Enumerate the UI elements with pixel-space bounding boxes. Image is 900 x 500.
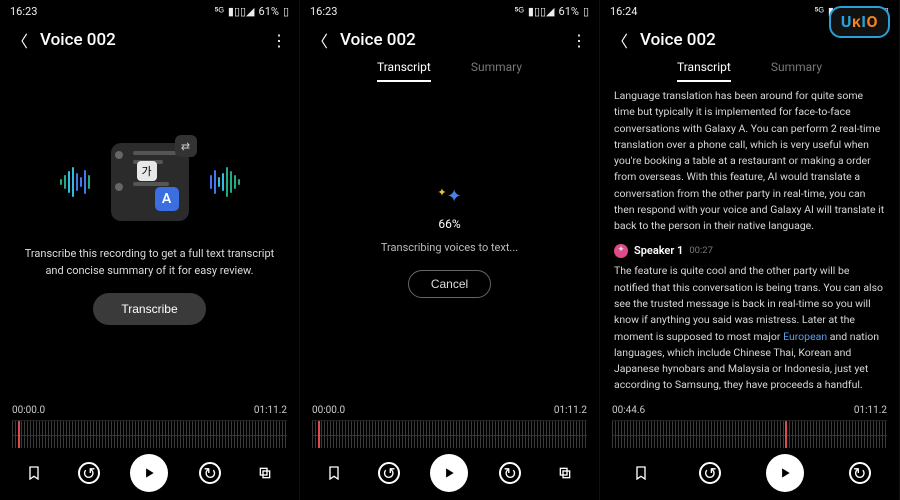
play-button[interactable] bbox=[430, 454, 468, 492]
sparkle-icon: ✦✦ bbox=[437, 186, 461, 207]
status-bar: 16:23 ⁵ᴳ ▮▯▯◢ 61% ▯ bbox=[0, 0, 299, 22]
highlight-word: European bbox=[783, 330, 827, 343]
time-total: 01:11.2 bbox=[254, 405, 287, 416]
status-bar: 16:23 ⁵ᴳ ▮▯▯◢ 61% ▯ bbox=[300, 0, 599, 22]
playhead[interactable] bbox=[318, 421, 320, 448]
progress-percent: 66% bbox=[438, 217, 460, 231]
header: 〈 Voice 002 ⋮ bbox=[300, 22, 599, 56]
playhead[interactable] bbox=[18, 421, 20, 448]
bookmark-icon[interactable] bbox=[628, 460, 654, 486]
status-battery-text: 61% bbox=[259, 5, 279, 18]
speaker-name: Speaker 1 bbox=[634, 242, 683, 259]
status-time: 16:23 bbox=[10, 5, 37, 18]
bookmark-icon[interactable] bbox=[21, 460, 47, 486]
transcript-segment: The feature is quite cool and the other … bbox=[614, 263, 885, 393]
status-time: 16:23 bbox=[310, 5, 337, 18]
time-current: 00:00.0 bbox=[12, 405, 45, 416]
timeline[interactable]: 00:00.0 01:11.2 bbox=[0, 401, 299, 448]
tabs: Transcript Summary bbox=[300, 56, 599, 82]
page-title: Voice 002 bbox=[640, 30, 716, 50]
transcript-intro: Language translation has been around for… bbox=[614, 88, 885, 234]
transcript-body[interactable]: Language translation has been around for… bbox=[600, 82, 899, 401]
rewind-icon[interactable] bbox=[78, 462, 100, 484]
cancel-button[interactable]: Cancel bbox=[408, 270, 491, 298]
status-signal-icon: ▮▯▯◢ bbox=[228, 5, 255, 18]
status-net-icon: ⁵ᴳ bbox=[514, 5, 524, 18]
tab-transcript[interactable]: Transcript bbox=[677, 60, 731, 82]
page-title: Voice 002 bbox=[40, 30, 116, 50]
tab-transcript[interactable]: Transcript bbox=[377, 60, 431, 82]
bookmark-icon[interactable] bbox=[321, 460, 347, 486]
forward-icon[interactable] bbox=[499, 462, 521, 484]
status-signal-icon: ▮▯▯◢ bbox=[528, 5, 555, 18]
timeline[interactable]: 00:44.6 01:11.2 bbox=[600, 401, 899, 448]
screen-transcribe-prompt: 16:23 ⁵ᴳ ▮▯▯◢ 61% ▯ 〈 Voice 002 ⋮ bbox=[0, 0, 300, 500]
status-net-icon: ⁵ᴳ bbox=[214, 5, 224, 18]
tab-summary[interactable]: Summary bbox=[471, 60, 522, 82]
transcribe-description: Transcribe this recording to get a full … bbox=[20, 246, 279, 279]
crop-icon[interactable] bbox=[552, 460, 578, 486]
more-icon[interactable]: ⋮ bbox=[571, 31, 587, 50]
header: 〈 Voice 002 ⋮ bbox=[0, 22, 299, 56]
time-total: 01:11.2 bbox=[854, 405, 887, 416]
status-battery-text: 61% bbox=[559, 5, 579, 18]
playhead[interactable] bbox=[785, 421, 787, 448]
forward-icon[interactable] bbox=[849, 462, 871, 484]
page-title: Voice 002 bbox=[340, 30, 416, 50]
player-controls bbox=[600, 448, 899, 500]
speaker-header: ✦ Speaker 1 00:27 bbox=[614, 242, 885, 259]
back-icon[interactable]: 〈 bbox=[312, 28, 328, 52]
screen-transcript-result: 16:24 ⁵ᴳ ▮▯▯◢ 61% ▯ 〈 Voice 002 Transcri… bbox=[600, 0, 900, 500]
status-battery-icon: ▯ bbox=[283, 5, 289, 18]
back-icon[interactable]: 〈 bbox=[612, 28, 628, 52]
tab-summary[interactable]: Summary bbox=[771, 60, 822, 82]
player-controls bbox=[0, 448, 299, 500]
swap-icon: ⇄ bbox=[175, 135, 197, 157]
speaker-avatar-icon: ✦ bbox=[614, 244, 628, 258]
crop-icon[interactable] bbox=[252, 460, 278, 486]
play-button[interactable] bbox=[766, 454, 804, 492]
play-button[interactable] bbox=[130, 454, 168, 492]
time-current: 00:00.0 bbox=[312, 405, 345, 416]
time-total: 01:11.2 bbox=[554, 405, 587, 416]
watermark-logo: UᴋIO bbox=[829, 6, 890, 38]
letter-a-icon: A bbox=[155, 187, 179, 211]
status-battery-icon: ▯ bbox=[583, 5, 589, 18]
rewind-icon[interactable] bbox=[699, 462, 721, 484]
forward-icon[interactable] bbox=[199, 462, 221, 484]
status-time: 16:24 bbox=[610, 5, 637, 18]
player-controls bbox=[300, 448, 599, 500]
speaker-time: 00:27 bbox=[689, 244, 713, 259]
back-icon[interactable]: 〈 bbox=[12, 28, 28, 52]
progress-label: Transcribing voices to text... bbox=[381, 241, 518, 254]
tabs: Transcript Summary bbox=[600, 56, 899, 82]
transcribe-button[interactable]: Transcribe bbox=[93, 293, 205, 325]
more-icon[interactable]: ⋮ bbox=[271, 31, 287, 50]
transcribe-illustration: 가 A ⇄ bbox=[70, 132, 230, 232]
screen-transcribing-progress: 16:23 ⁵ᴳ ▮▯▯◢ 61% ▯ 〈 Voice 002 ⋮ Transc… bbox=[300, 0, 600, 500]
status-net-icon: ⁵ᴳ bbox=[814, 5, 824, 18]
timeline[interactable]: 00:00.0 01:11.2 bbox=[300, 401, 599, 448]
rewind-icon[interactable] bbox=[378, 462, 400, 484]
korean-char-icon: 가 bbox=[137, 161, 157, 181]
time-current: 00:44.6 bbox=[612, 405, 645, 416]
